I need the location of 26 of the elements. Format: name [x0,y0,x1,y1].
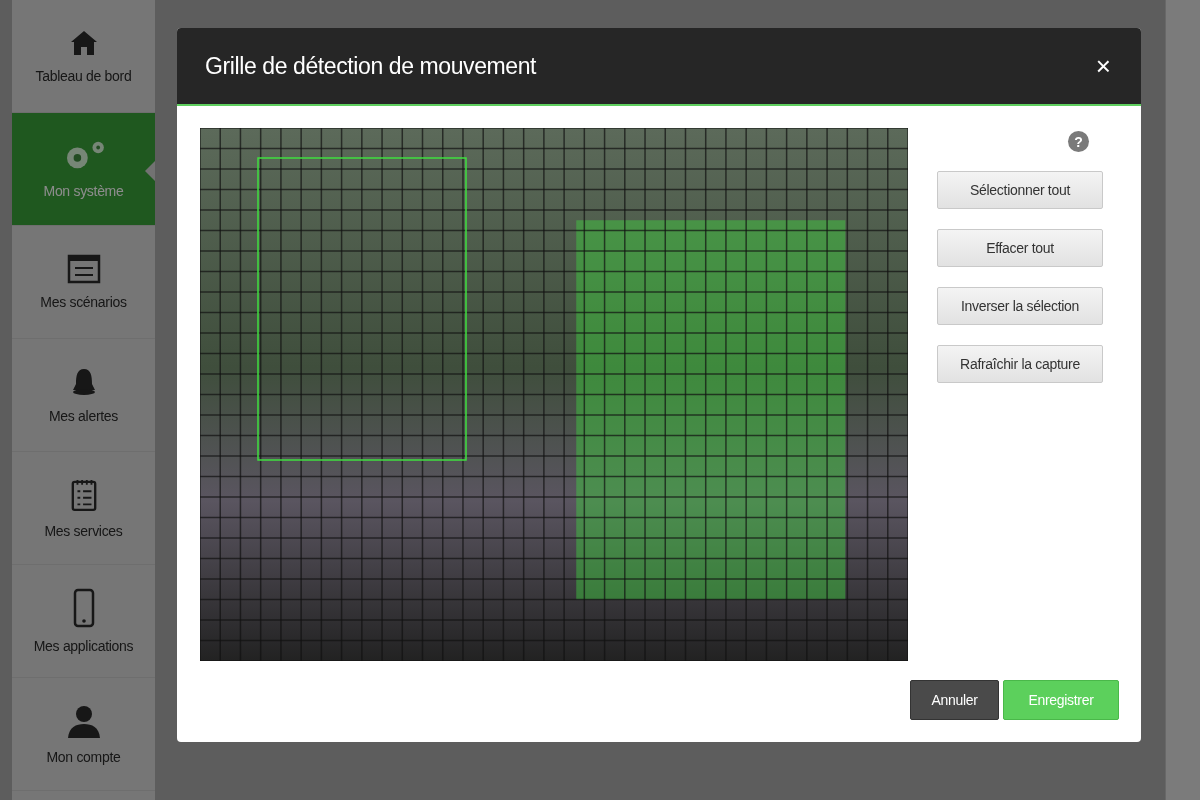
nav-label: Tableau de bord [35,68,132,84]
cancel-button[interactable]: Annuler [910,680,999,720]
nav-item[interactable]: Mes scénarios [12,226,155,339]
dialog-title: Grille de détection de mouvement [205,52,537,80]
close-button[interactable]: × [1089,53,1117,79]
nav-item[interactable]: Mes services [12,452,155,565]
nav-item[interactable]: Mes alertes [12,339,155,452]
nav-item[interactable]: Mon compte [12,678,155,791]
nav-label: Mon système [43,183,124,199]
nav-label: Mes scénarios [40,294,127,310]
action-button[interactable]: Rafraîchir la capture [937,345,1103,383]
action-button[interactable]: Sélectionner tout [937,171,1103,209]
nav-label: Mon compte [46,749,121,765]
nav-label: Mes applications [33,638,134,654]
motion-grid-drawing[interactable] [200,128,908,661]
action-button[interactable]: Inverser la sélection [937,287,1103,325]
phone-icon [72,588,95,628]
help-icon[interactable]: ? [1068,131,1089,152]
nav-label: Mes services [44,523,123,539]
nav-item[interactable]: Mon système [12,113,155,226]
checklist-icon [69,477,98,513]
person-icon [65,703,102,739]
selection-pointer [145,161,155,181]
nav-label: Mes alertes [48,408,119,424]
action-button[interactable]: Effacer tout [937,229,1103,267]
nav-item[interactable]: Mes applications [12,565,155,678]
